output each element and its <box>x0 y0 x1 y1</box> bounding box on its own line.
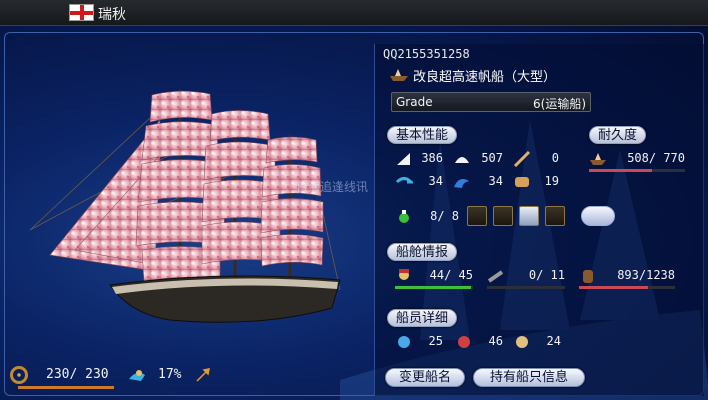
ship-icon <box>590 153 606 165</box>
crew-detail-header: 船员详细 <box>387 309 458 327</box>
ship-select-button[interactable] <box>581 206 615 226</box>
cabin-info-header: 船舱情报 <box>387 243 458 261</box>
owner-id: QQ2155351258 <box>383 47 470 61</box>
cargo-bar-fill <box>579 286 649 289</box>
crew-bar <box>395 286 473 289</box>
helm-value: 230/ 230 <box>46 367 109 382</box>
armor-icon <box>515 177 529 187</box>
percent-value: 17% <box>158 367 182 382</box>
title-bar: 瑞秋 <box>0 0 708 26</box>
ship-illustration <box>29 89 341 323</box>
grade-row: Grade 6(运输船) <box>391 92 591 112</box>
horizontal-sail-icon <box>455 157 469 163</box>
flag-icon <box>69 4 94 21</box>
wave-resistance-stat: 34 <box>453 174 503 190</box>
turning-stat: 34 <box>395 174 443 190</box>
grade-label: Grade <box>396 95 433 109</box>
armor-stat: 19 <box>513 174 559 190</box>
horizontal-sail-stat: 507 <box>453 151 503 167</box>
owned-ships-info-button[interactable]: 持有船只信息 <box>473 368 585 387</box>
cannon-stat: 0/ 11 <box>487 268 565 284</box>
other-crew-icon <box>516 336 528 348</box>
crew-bar-fill <box>395 286 472 289</box>
gunner-icon <box>458 336 470 348</box>
durability-bar <box>589 169 685 172</box>
cannon-bar <box>487 286 565 289</box>
rowing-icon <box>513 151 531 167</box>
ship-upgrade-button[interactable] <box>467 206 487 226</box>
durability-header: 耐久度 <box>589 126 647 144</box>
cargo-icon <box>583 270 593 283</box>
sailor-icon <box>399 269 409 280</box>
other-crew-count-stat: 24 <box>513 334 561 350</box>
sailor-count-stat: 25 <box>395 334 443 350</box>
cargo-stat: 893/1238 <box>579 268 675 284</box>
crew-stat: 44/ 45 <box>395 268 473 284</box>
basic-performance-header: 基本性能 <box>387 126 458 144</box>
gunner-count-stat: 46 <box>455 334 503 350</box>
wave-icon <box>454 179 469 188</box>
sailor-icon <box>398 336 410 348</box>
helm-icon <box>10 366 28 384</box>
arrow-icon <box>196 368 210 382</box>
ship-name: 改良超高速帆船（大型） <box>413 70 557 85</box>
rowing-stat: 0 <box>513 151 559 167</box>
grade-value: 6(运输船) <box>533 97 586 111</box>
change-ship-name-button[interactable]: 变更船名 <box>385 368 465 387</box>
ship-info-window: 瑞秋 首海追逢线讯 230/ 230 17% QQ2155351258 改良超高… <box>0 0 708 400</box>
ship-icon <box>390 69 408 81</box>
cannon-room-icon <box>399 210 409 223</box>
durability-bar-fill <box>589 169 653 172</box>
vertical-sail-icon <box>397 153 410 165</box>
port-name: 瑞秋 <box>98 7 126 23</box>
turning-icon <box>395 177 413 184</box>
durability-stat: 508/ 770 <box>589 151 685 167</box>
fire-icon[interactable] <box>545 206 565 226</box>
ship-detail-panel: QQ2155351258 改良超高速帆船（大型） Grade 6(运输船) 基本… <box>374 44 704 396</box>
helm-status: 230/ 230 17% <box>8 364 218 389</box>
crew-icon <box>129 370 145 381</box>
cargo-bar <box>579 286 675 289</box>
cannon-room-stat: 8/ 8 <box>395 209 459 225</box>
lifebuoy-icon[interactable] <box>519 206 539 226</box>
vertical-sail-stat: 386 <box>395 151 443 167</box>
helm-bar <box>18 386 114 389</box>
upgrade-icon[interactable] <box>493 206 513 226</box>
watermark: 首海追逢线讯 <box>296 180 369 194</box>
cannon-icon <box>487 270 504 283</box>
